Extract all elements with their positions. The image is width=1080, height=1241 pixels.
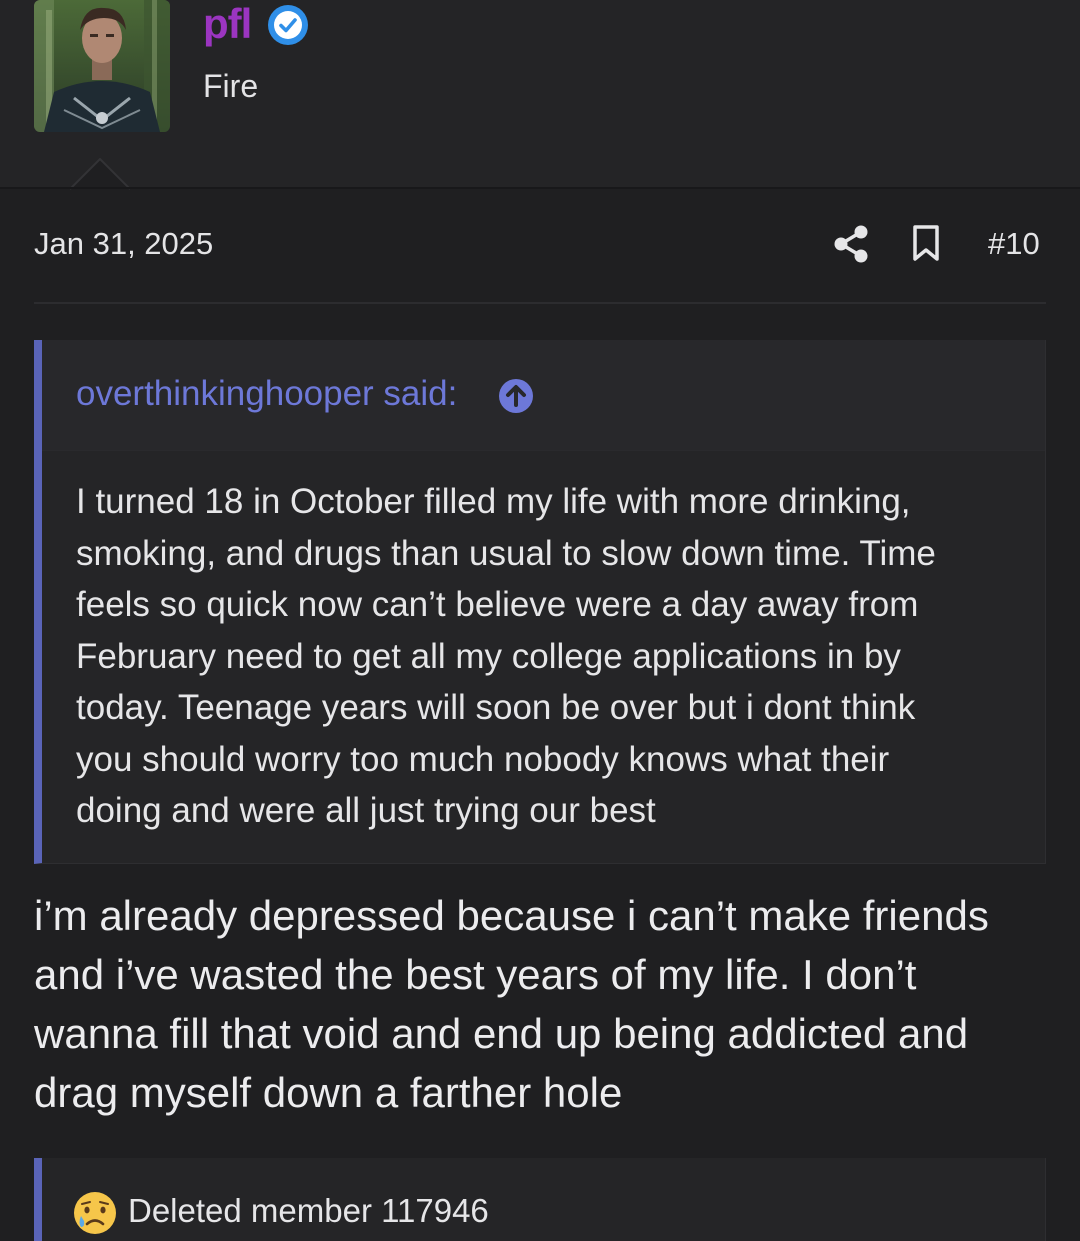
caret-pointer bbox=[70, 158, 130, 190]
message-line: and i’ve wasted the best years of my lif… bbox=[34, 951, 917, 998]
avatar-image bbox=[34, 0, 170, 132]
quote-block: overthinkinghooper said: I turned 18 in … bbox=[34, 340, 1046, 864]
username[interactable]: pfl bbox=[203, 0, 252, 48]
post-date[interactable]: Jan 31, 2025 bbox=[34, 226, 213, 262]
quote-author[interactable]: overthinkinghooper said: bbox=[76, 374, 457, 414]
arrow-up-circle-icon[interactable] bbox=[498, 378, 534, 414]
message-line: wanna fill that void and end up being ad… bbox=[34, 1010, 969, 1057]
share-icon[interactable] bbox=[832, 224, 870, 264]
message-line: drag myself down a farther hole bbox=[34, 1069, 623, 1116]
avatar[interactable] bbox=[34, 0, 170, 132]
user-title: Fire bbox=[203, 68, 259, 104]
quote-text: I turned 18 in October filled my life wi… bbox=[76, 476, 1016, 837]
quote-line: February need to get all my college appl… bbox=[76, 636, 901, 676]
quote-line: you should worry too much nobody knows w… bbox=[76, 739, 890, 779]
meta-divider bbox=[34, 302, 1046, 304]
post-number[interactable]: #10 bbox=[988, 226, 1040, 262]
message-line: i’m already depressed because i can’t ma… bbox=[34, 892, 989, 939]
quote-line: smoking, and drugs than usual to slow do… bbox=[76, 533, 936, 573]
quote-line: feels so quick now can’t believe were a … bbox=[76, 585, 919, 624]
header-divider bbox=[0, 187, 1080, 189]
quote-line: doing and were all just trying our best bbox=[76, 791, 656, 830]
bookmark-icon[interactable] bbox=[910, 224, 942, 262]
forum-post: pfl Fire Jan 31, 2025 #10 overthinkingho… bbox=[0, 0, 1080, 1241]
quote-line: I turned 18 in October filled my life wi… bbox=[76, 482, 911, 521]
reply-quote-block: Deleted member 117946 bbox=[34, 1158, 1046, 1241]
reply-quote-author[interactable]: Deleted member 117946 bbox=[128, 1192, 489, 1230]
verified-badge-icon bbox=[268, 5, 308, 45]
quote-header: overthinkinghooper said: bbox=[42, 340, 1045, 451]
post-message: i’m already depressed because i can’t ma… bbox=[34, 886, 1034, 1122]
crying-face-emoji bbox=[74, 1192, 116, 1234]
quote-line: today. Teenage years will soon be over b… bbox=[76, 688, 916, 727]
author-block: pfl Fire bbox=[0, 0, 1080, 188]
